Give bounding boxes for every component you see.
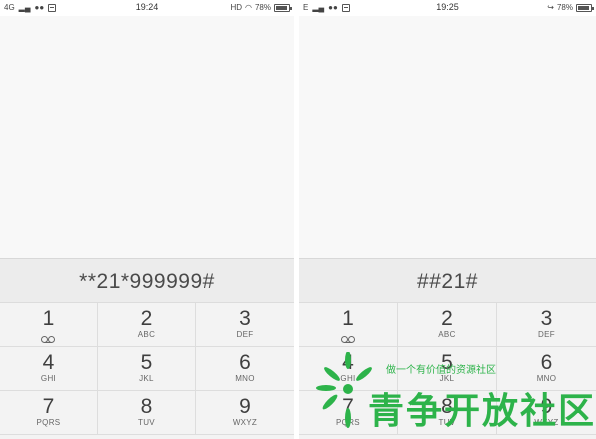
dial-key-3[interactable]: 3 DEF xyxy=(195,303,294,347)
dial-key-letters: GHI xyxy=(40,374,57,383)
dial-keypad: 1 2 ABC 3 DEF 4 GHI 5 JKL 6 MNO 7 PQRS 8 TUV 9 WXYZ xyxy=(299,303,596,439)
dial-key-digit: 4 xyxy=(342,351,354,374)
battery-percent: 78% xyxy=(254,3,271,12)
voicemail-icon xyxy=(40,336,56,343)
dial-key-letters: MNO xyxy=(235,374,255,383)
dial-key-digit: 8 xyxy=(140,395,153,418)
dial-key-2[interactable]: 2 ABC xyxy=(97,303,196,347)
dial-key-1[interactable]: 1 xyxy=(299,303,398,347)
dial-key-letters: MNO xyxy=(536,374,557,383)
dial-key-digit: 7 xyxy=(342,395,354,418)
dialed-number-display: ##21# xyxy=(299,258,596,303)
dial-key-6[interactable]: 6 MNO xyxy=(496,347,596,391)
dial-key-digit: 9 xyxy=(239,395,251,418)
wifi-icon: ◠ xyxy=(245,3,252,12)
dial-key-letters: TUV xyxy=(438,418,456,427)
dial-key-6[interactable]: 6 MNO xyxy=(195,347,294,391)
dial-key-letters: JKL xyxy=(439,374,455,383)
recent-calls-area xyxy=(299,16,596,258)
dialed-number-display: **21*999999# xyxy=(0,258,294,303)
dial-key-digit: 8 xyxy=(441,395,453,418)
recent-calls-area xyxy=(0,16,294,258)
dial-key-digit: 2 xyxy=(140,307,153,330)
status-bar: 4G ▂▄ ●● 19:24 HD ◠ 78% xyxy=(0,0,294,16)
dial-key-digit: 3 xyxy=(239,307,251,330)
battery-percent: 78% xyxy=(556,3,573,12)
dial-key-letters: DEF xyxy=(236,330,254,339)
dial-key-digit: 4 xyxy=(42,351,55,374)
dial-key-digit: 7 xyxy=(42,395,55,418)
dial-key-letters: WXYZ xyxy=(232,418,258,427)
dial-key-7[interactable]: 7 PQRS xyxy=(0,391,98,435)
dial-key-letters: PQRS xyxy=(336,418,360,427)
dial-key-9[interactable]: 9 WXYZ xyxy=(496,391,596,435)
dial-keypad: 1 2 ABC 3 DEF 4 GHI 5 JKL 6 MNO 7 PQRS 8 TUV 9 WXYZ xyxy=(0,303,294,439)
dial-key-letters: GHI xyxy=(340,374,356,383)
hd-badge: HD xyxy=(230,3,242,12)
voicemail-icon xyxy=(340,336,356,343)
call-forward-icon: ↪ xyxy=(547,3,554,12)
dial-key-digit: 3 xyxy=(540,307,553,330)
dial-key-digit: 1 xyxy=(342,307,354,330)
dial-key-7[interactable]: 7 PQRS xyxy=(299,391,398,435)
battery-icon xyxy=(576,3,594,12)
right-phone-screen: E ▂▄ ●● 19:25 ↪ 78% ##21# 1 2 ABC 3 DEF 4 GHI 5… xyxy=(299,0,596,439)
dial-key-letters: ABC xyxy=(438,330,456,339)
left-phone-screen: 4G ▂▄ ●● 19:24 HD ◠ 78% **21*999999# 1 2A… xyxy=(0,0,294,439)
dial-key-letters: TUV xyxy=(138,418,155,427)
dial-key-5[interactable]: 5 JKL xyxy=(97,347,196,391)
dial-key-digit: 5 xyxy=(441,351,453,374)
dial-key-letters: PQRS xyxy=(36,418,61,427)
dial-key-2[interactable]: 2 ABC xyxy=(397,303,497,347)
dial-key-3[interactable]: 3 DEF xyxy=(496,303,596,347)
dial-key-letters: ABC xyxy=(137,330,156,339)
battery-icon xyxy=(274,3,292,12)
dial-key-letters: WXYZ xyxy=(534,418,559,427)
dial-key-4[interactable]: 4 GHI xyxy=(0,347,98,391)
dial-key-letters: JKL xyxy=(139,374,154,383)
dial-key-digit: 6 xyxy=(239,351,251,374)
dial-key-1[interactable]: 1 xyxy=(0,303,98,347)
dial-key-digit: 1 xyxy=(42,307,55,330)
dial-key-8[interactable]: 8 TUV xyxy=(397,391,497,435)
dial-key-letters: DEF xyxy=(538,330,555,339)
dial-key-digit: 9 xyxy=(540,395,553,418)
dial-key-8[interactable]: 8 TUV xyxy=(97,391,196,435)
dial-key-5[interactable]: 5 JKL xyxy=(397,347,497,391)
dial-key-4[interactable]: 4 GHI xyxy=(299,347,398,391)
dial-key-digit: 5 xyxy=(140,351,153,374)
dial-key-digit: 2 xyxy=(441,307,453,330)
dial-key-digit: 6 xyxy=(540,351,553,374)
dial-key-9[interactable]: 9 WXYZ xyxy=(195,391,294,435)
status-bar: E ▂▄ ●● 19:25 ↪ 78% xyxy=(299,0,596,16)
